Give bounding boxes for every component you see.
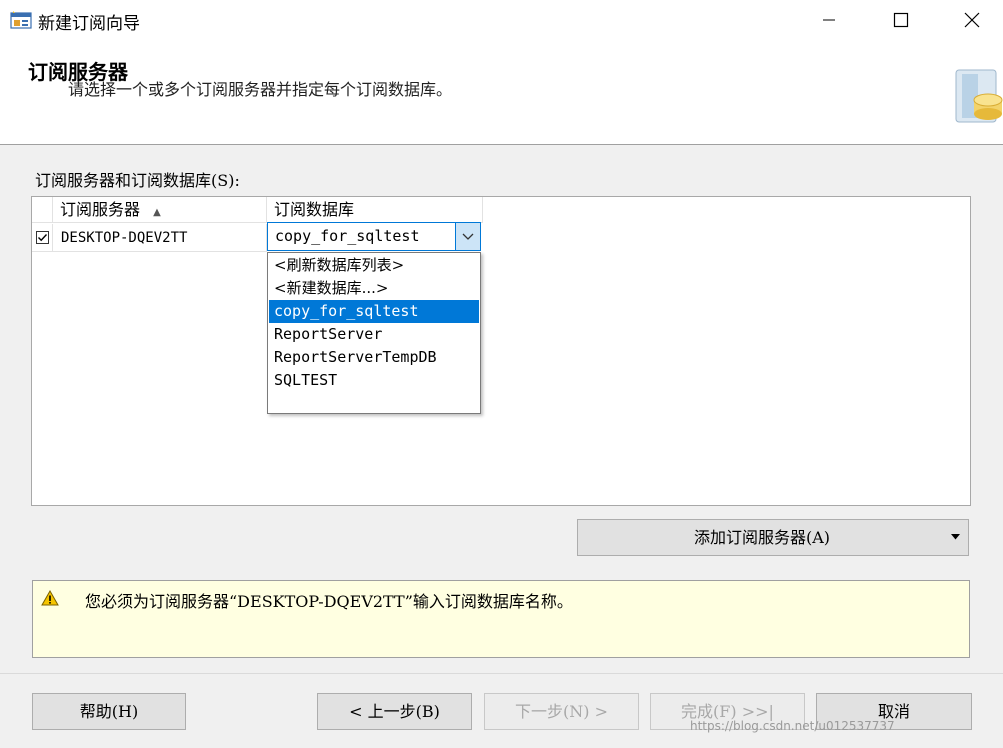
wizard-window-icon <box>10 11 32 29</box>
sort-ascending-icon: ▲ <box>153 207 161 218</box>
database-combo[interactable]: copy_for_sqltest <box>267 222 481 251</box>
warning-icon <box>41 590 59 606</box>
subscribers-grid-label: 订阅服务器和订阅数据库(S): <box>35 171 240 190</box>
column-header-database[interactable]: 订阅数据库 <box>267 197 483 223</box>
column-header-subscriber[interactable]: 订阅服务器 ▲ <box>53 197 267 223</box>
row-checkbox-cell[interactable] <box>32 224 53 252</box>
database-server-icon <box>955 69 1003 123</box>
validation-message: 您必须为订阅服务器“DESKTOP-DQEV2TT”输入订阅数据库名称。 <box>85 592 573 611</box>
wizard-header: 订阅服务器 请选择一个或多个订阅服务器并指定每个订阅数据库。 <box>0 40 1003 145</box>
wizard-footer: 帮助(H) < 上一步(B) 下一步(N) > 完成(F) >>| 取消 htt… <box>0 673 1003 748</box>
checkbox-checked-icon[interactable] <box>36 231 49 244</box>
next-button[interactable]: 下一步(N) > <box>484 693 639 730</box>
close-button[interactable] <box>949 0 995 40</box>
dropdown-option-new-database[interactable]: <新建数据库...> <box>269 277 479 300</box>
close-icon <box>964 12 980 28</box>
maximize-button[interactable] <box>878 0 924 40</box>
wizard-content: 订阅服务器和订阅数据库(S): 订阅服务器 ▲ 订阅数据库 DESKTOP-DQ… <box>0 145 1003 673</box>
minimize-button[interactable] <box>806 0 852 40</box>
dropdown-option-refresh[interactable]: <刷新数据库列表> <box>269 254 479 277</box>
maximize-icon <box>893 12 909 28</box>
watermark: https://blog.csdn.net/u012537737 <box>690 719 895 733</box>
dropdown-option-copy-for-sqltest[interactable]: copy_for_sqltest <box>269 300 479 323</box>
database-combo-value: copy_for_sqltest <box>275 227 420 245</box>
chevron-down-icon <box>462 233 474 240</box>
dropdown-option-reportserver[interactable]: ReportServer <box>269 323 479 346</box>
subscribers-grid[interactable]: 订阅服务器 ▲ 订阅数据库 DESKTOP-DQEV2TT <box>31 196 971 506</box>
add-subscriber-button[interactable]: 添加订阅服务器(A) <box>577 519 969 556</box>
minimize-icon <box>823 19 835 21</box>
title-bar[interactable]: 新建订阅向导 <box>0 0 1003 40</box>
add-subscriber-button-label: 添加订阅服务器(A) <box>693 528 831 547</box>
dropdown-option-reportservertempdb[interactable]: ReportServerTempDB <box>269 346 479 369</box>
dropdown-option-sqltest[interactable]: SQLTEST <box>269 369 479 392</box>
validation-message-panel: 您必须为订阅服务器“DESKTOP-DQEV2TT”输入订阅数据库名称。 <box>32 580 970 658</box>
grid-header-check <box>32 197 53 223</box>
database-dropdown-list[interactable]: <刷新数据库列表> <新建数据库...> copy_for_sqltest Re… <box>267 252 481 414</box>
help-button[interactable]: 帮助(H) <box>32 693 186 730</box>
page-subtitle: 请选择一个或多个订阅服务器并指定每个订阅数据库。 <box>68 80 453 99</box>
subscriber-name-cell: DESKTOP-DQEV2TT <box>53 224 267 252</box>
column-header-subscriber-label: 订阅服务器 <box>60 200 141 219</box>
dropdown-arrow-icon <box>951 534 960 540</box>
back-button[interactable]: < 上一步(B) <box>317 693 472 730</box>
combo-dropdown-button[interactable] <box>455 223 480 250</box>
window-title: 新建订阅向导 <box>38 14 140 34</box>
